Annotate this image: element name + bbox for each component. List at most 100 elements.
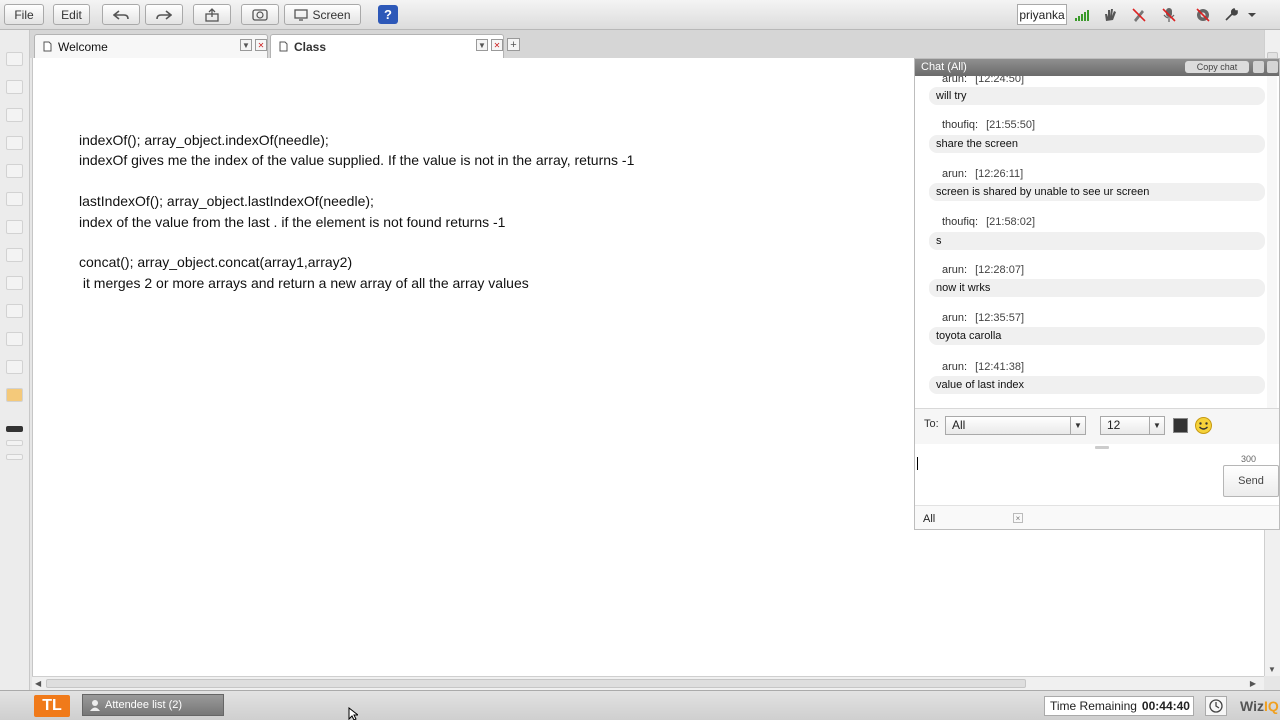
document-icon (43, 41, 52, 52)
hand-raise-icon[interactable] (1101, 6, 1119, 24)
document-icon (279, 41, 288, 52)
chat-compose-input[interactable]: 300 Send (915, 451, 1279, 505)
line-tool[interactable] (6, 220, 23, 234)
message-header: thoufiq: [21:55:50] (942, 119, 1036, 131)
send-button[interactable]: Send (1223, 465, 1279, 497)
message-text: share the screen (929, 135, 1265, 153)
tab-welcome[interactable]: Welcome ▼ ✕ (34, 34, 268, 58)
settings-wrench-icon[interactable] (1222, 6, 1240, 24)
upload-button[interactable] (193, 4, 231, 25)
table-tool[interactable] (6, 276, 23, 290)
user-name: priyanka (1017, 4, 1067, 25)
chat-scrollbar[interactable] (1267, 76, 1277, 408)
help-button[interactable]: ? (378, 5, 398, 24)
message-text: s (929, 232, 1265, 250)
scroll-left-icon[interactable]: ◀ (35, 679, 41, 688)
text-color-button[interactable] (1173, 418, 1188, 433)
chat-controls: To: All ▼ 12 ▼ (915, 408, 1279, 444)
filter-close-icon[interactable]: × (1013, 513, 1023, 523)
brand-name-part: IQ (1263, 698, 1279, 714)
pen-disabled-icon[interactable] (1130, 6, 1148, 24)
highlight-tool[interactable] (6, 388, 23, 402)
ellipse-tool[interactable] (6, 192, 23, 206)
tab-welcome-menu-icon[interactable]: ▼ (240, 39, 252, 51)
redo-icon (156, 9, 172, 20)
whiteboard-tools (0, 30, 30, 690)
message-header: arun: [12:28:07] (942, 264, 1025, 276)
brand-name-part: Wiz (1240, 698, 1264, 714)
color-tool[interactable] (6, 454, 23, 460)
tab-class-menu-icon[interactable]: ▼ (476, 39, 488, 51)
tab-bar: Welcome ▼ ✕ Class ▼ ✕ + (30, 30, 1268, 58)
message-header: arun: [12:35:57] (942, 312, 1025, 324)
file-menu-button[interactable]: File (4, 4, 44, 25)
recipient-select[interactable]: All ▼ (945, 416, 1086, 435)
tab-class-close-icon[interactable]: ✕ (491, 39, 503, 51)
copy-chat-button[interactable]: Copy chat (1185, 61, 1249, 73)
chevron-down-icon: ▼ (1149, 417, 1164, 434)
top-toolbar: File Edit Screen ? priyanka (0, 0, 1280, 30)
menu-dropdown-icon[interactable] (1243, 6, 1261, 24)
clock-icon[interactable] (1205, 696, 1227, 716)
stroke-width-tool[interactable] (6, 426, 23, 432)
chat-close-icon[interactable] (1267, 61, 1278, 73)
app-logo: TL (34, 695, 70, 717)
time-remaining: Time Remaining 00:44:40 (1044, 696, 1194, 716)
microphone-icon[interactable] (1160, 6, 1178, 24)
screen-share-button[interactable]: Screen (284, 4, 361, 25)
upload-icon (205, 7, 219, 22)
chat-minimize-icon[interactable] (1253, 61, 1264, 73)
pointer-tool[interactable] (6, 80, 23, 94)
chat-messages[interactable]: arun: [12:24:50] will try thoufiq: [21:55:… (915, 76, 1277, 408)
compose-resize-handle[interactable] (1095, 446, 1109, 449)
chat-filter-tab[interactable]: All (923, 513, 935, 525)
horizontal-scroll-thumb[interactable] (46, 679, 1026, 688)
webcam-icon[interactable] (1194, 6, 1212, 24)
media-button[interactable] (241, 4, 279, 25)
undo-icon (113, 9, 129, 20)
text-caret (917, 457, 918, 470)
signal-strength-icon (1073, 6, 1091, 24)
scroll-right-icon[interactable]: ▶ (1250, 679, 1256, 688)
mouse-cursor-icon (348, 707, 358, 720)
text-tool[interactable] (6, 136, 23, 150)
chat-header: Chat (All) Copy chat (915, 59, 1279, 76)
edit-menu-button[interactable]: Edit (53, 4, 90, 25)
message-header: arun: [12:41:38] (942, 361, 1025, 373)
stroke-style-tool[interactable] (6, 440, 23, 446)
whiteboard-text: indexOf(); array_object.indexOf(needle);… (79, 132, 635, 291)
attendee-list-button[interactable]: Attendee list (2) (82, 694, 224, 716)
time-remaining-value: 00:44:40 (1141, 699, 1190, 713)
horizontal-scrollbar[interactable]: ◀ ▶ (32, 676, 1264, 690)
font-size-value: 12 (1107, 418, 1121, 432)
redo-button[interactable] (145, 4, 183, 25)
monitor-icon (294, 8, 309, 21)
recipient-label: To: (924, 418, 939, 430)
scroll-down-icon[interactable]: ▼ (1268, 665, 1276, 674)
add-tab-icon[interactable]: + (507, 38, 520, 51)
rectangle-tool[interactable] (6, 164, 23, 178)
tab-welcome-label: Welcome (58, 39, 108, 54)
media-icon (252, 8, 268, 21)
screen-share-label: Screen (312, 7, 351, 22)
emoticon-icon[interactable] (1194, 416, 1213, 435)
clear-tool[interactable] (6, 360, 23, 374)
font-size-select[interactable]: 12 ▼ (1100, 416, 1165, 435)
message-text: screen is shared by unable to see ur scr… (929, 183, 1265, 201)
undo-button[interactable] (102, 4, 140, 25)
person-icon (90, 700, 100, 711)
chat-panel: Chat (All) Copy chat arun: [12:24:50] wil… (914, 58, 1280, 530)
pen-tool[interactable] (6, 108, 23, 122)
tab-welcome-close-icon[interactable]: ✕ (255, 39, 267, 51)
select-tool[interactable] (6, 52, 23, 66)
message-text: will try (929, 87, 1265, 105)
message-header: arun: [12:24:50] (942, 76, 1025, 85)
arrow-tool[interactable] (6, 248, 23, 262)
tab-class[interactable]: Class ▼ ✕ (270, 34, 504, 58)
brand-logo: WizIQ (1240, 698, 1279, 714)
eraser-tool[interactable] (6, 304, 23, 318)
fill-tool[interactable] (6, 332, 23, 346)
attendee-list-label: Attendee list (2) (105, 699, 183, 711)
character-count: 300 (1241, 454, 1257, 464)
recipient-value: All (952, 418, 966, 432)
